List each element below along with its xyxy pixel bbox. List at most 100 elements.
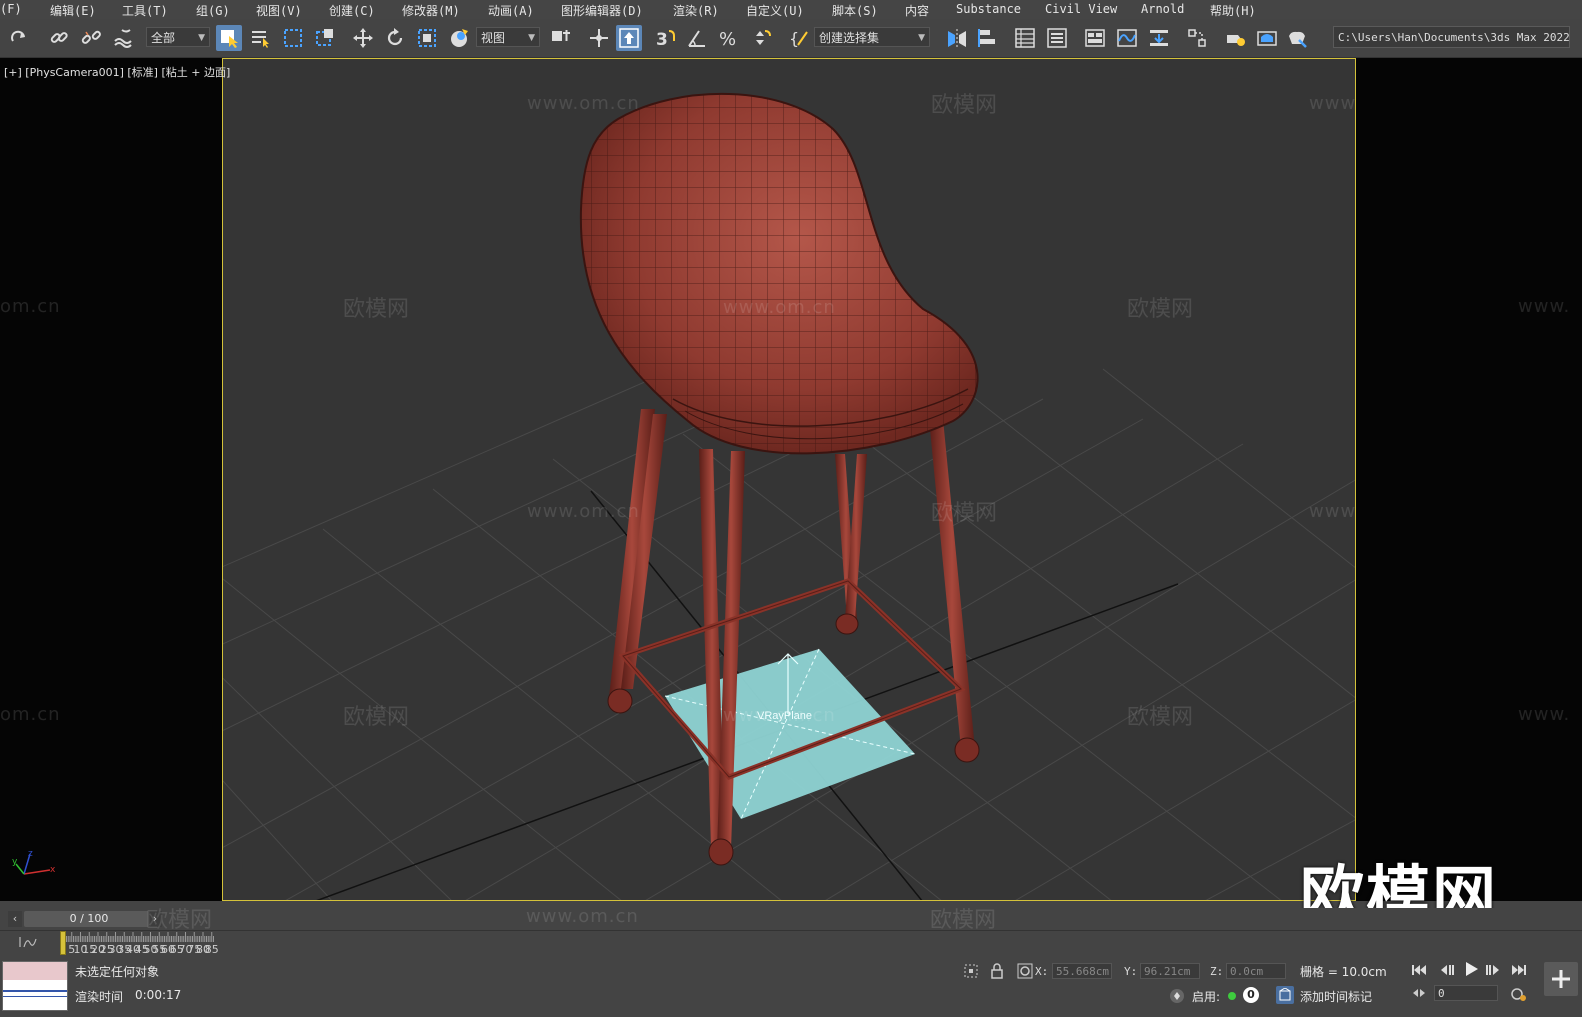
angle-snap-icon[interactable] xyxy=(684,25,710,51)
status-indicator-icon xyxy=(1228,992,1236,1000)
svg-text:z: z xyxy=(28,850,33,859)
go-to-end-icon[interactable] xyxy=(1510,961,1528,979)
viewport-label-menu[interactable]: [+] [PhysCamera001] [标准] [粘土 + 边面] xyxy=(4,64,230,80)
menu-item[interactable]: 修改器(M) xyxy=(402,2,460,19)
menu-item[interactable]: 渲染(R) xyxy=(673,2,719,19)
enable-counter[interactable]: 0 xyxy=(1243,987,1259,1003)
selection-status: 未选定任何对象 xyxy=(75,965,160,979)
prev-frame-slider-button[interactable]: ‹ xyxy=(8,911,22,927)
menu-item[interactable]: 视图(V) xyxy=(256,2,302,19)
link-icon[interactable] xyxy=(46,25,72,51)
align-icon[interactable] xyxy=(974,25,1000,51)
track-bar-ticks xyxy=(62,932,214,942)
svg-text:y: y xyxy=(12,857,18,867)
select-object-icon[interactable] xyxy=(216,25,242,51)
move-icon[interactable] xyxy=(350,25,376,51)
scene-explorer-icon[interactable] xyxy=(1012,25,1038,51)
layer-explorer-icon[interactable] xyxy=(1044,25,1070,51)
spinner-snap-icon[interactable] xyxy=(748,25,774,51)
redo-icon[interactable] xyxy=(6,25,32,51)
menu-item[interactable]: 组(G) xyxy=(196,2,230,19)
chevron-down-icon: ▼ xyxy=(918,33,925,43)
selection-filter-dropdown[interactable]: 全部 ▼ xyxy=(146,27,210,47)
chevron-down-icon: ▼ xyxy=(198,33,205,43)
menu-item[interactable]: 创建(C) xyxy=(329,2,375,19)
status-bar: 未选定任何对象 渲染时间 0:00:17 X: 55.668cm Y: 96.2… xyxy=(0,957,1582,1017)
snaps-toggle-icon[interactable]: 3 xyxy=(652,25,678,51)
menu-item[interactable]: Substance xyxy=(956,2,1021,16)
render-time-value: 0:00:17 xyxy=(135,988,182,1002)
keyboard-shortcut-override-icon[interactable] xyxy=(616,25,642,51)
scale-icon[interactable] xyxy=(414,25,440,51)
isolate-selection-icon[interactable] xyxy=(962,962,980,980)
menu-item[interactable]: 动画(A) xyxy=(488,2,534,19)
reference-coord-dropdown[interactable]: 视图 ▼ xyxy=(476,27,540,47)
pivot-center-icon[interactable] xyxy=(548,25,574,51)
enable-label: 启用: xyxy=(1192,990,1221,1004)
vray-plane xyxy=(665,649,915,819)
key-mode-toggle-icon[interactable] xyxy=(1410,984,1428,1002)
edit-named-selection-icon[interactable]: { xyxy=(786,25,812,51)
bind-spacewarp-icon[interactable] xyxy=(110,25,136,51)
project-path-field[interactable]: C:\Users\Han\Documents\3ds Max 2022 xyxy=(1333,26,1570,48)
schematic-view-icon[interactable] xyxy=(1146,25,1172,51)
perspective-viewport[interactable]: 欧模网 www.om.cn 欧模网 www.om.cn 欧模网 www.om.c… xyxy=(222,58,1356,901)
viewport-scene[interactable] xyxy=(223,59,1356,901)
current-frame-marker[interactable] xyxy=(60,931,66,955)
adaptive-degradation-icon[interactable] xyxy=(1168,987,1186,1005)
x-coordinate-field[interactable]: 55.668cm xyxy=(1052,963,1112,979)
next-frame-icon[interactable] xyxy=(1484,961,1502,979)
z-label: Z: xyxy=(1210,965,1224,978)
menu-item[interactable]: 帮助(H) xyxy=(1210,2,1256,19)
y-coordinate-field[interactable]: 96.21cm xyxy=(1140,963,1200,979)
render-setup-icon[interactable] xyxy=(1222,25,1248,51)
rect-selection-icon[interactable] xyxy=(280,25,306,51)
menu-item[interactable]: 工具(T) xyxy=(122,2,168,19)
next-frame-slider-button[interactable]: › xyxy=(148,911,162,927)
svg-text:%: % xyxy=(719,29,736,49)
curve-editor-icon[interactable] xyxy=(1114,25,1140,51)
go-to-start-icon[interactable] xyxy=(1410,961,1428,979)
select-by-name-icon[interactable] xyxy=(248,25,274,51)
viewport-safe-frame-right xyxy=(1356,58,1582,901)
menu-item[interactable]: (F) xyxy=(0,2,22,16)
named-selection-set-dropdown[interactable]: 创建选择集 ▼ xyxy=(814,27,930,47)
time-slider[interactable]: 0 / 100 xyxy=(24,911,154,927)
place-icon[interactable] xyxy=(446,25,472,51)
z-coordinate-field[interactable]: 0.0cm xyxy=(1226,963,1286,979)
menu-item[interactable]: 脚本(S) xyxy=(832,2,878,19)
maxscript-listener-mini[interactable] xyxy=(2,961,68,1011)
add-button[interactable] xyxy=(1544,962,1578,996)
rotate-icon[interactable] xyxy=(382,25,408,51)
track-bar-tick-label: 85 xyxy=(204,943,219,956)
time-slider-row: ‹ 0 / 100 › 欧模网 www.om.cn 欧模网 xyxy=(0,906,1582,933)
y-label: Y: xyxy=(1124,965,1138,978)
absolute-mode-icon[interactable] xyxy=(1016,962,1034,980)
window-crossing-icon[interactable] xyxy=(312,25,338,51)
plus-icon xyxy=(1552,970,1570,988)
unlink-icon[interactable] xyxy=(78,25,104,51)
play-icon[interactable] xyxy=(1462,960,1480,978)
render-production-icon[interactable] xyxy=(1284,25,1310,51)
menu-item[interactable]: 图形编辑器(D) xyxy=(561,2,643,19)
menu-item[interactable]: Arnold xyxy=(1141,2,1184,16)
track-bar[interactable]: 5 10 15 20 25 30 35 40 45 50 55 60 65 70 75 80 85 xyxy=(0,930,1582,957)
menu-item[interactable]: 内容 xyxy=(905,2,929,19)
select-manipulate-icon[interactable] xyxy=(586,25,612,51)
watermark-url: www.om.cn xyxy=(526,906,639,927)
time-tag-icon[interactable] xyxy=(1276,986,1294,1004)
previous-frame-icon[interactable] xyxy=(1438,961,1456,979)
menu-item[interactable]: 自定义(U) xyxy=(746,2,804,19)
rendered-frame-window-icon[interactable] xyxy=(1254,25,1280,51)
ribbon-toggle-icon[interactable] xyxy=(1082,25,1108,51)
menu-bar: (F) 编辑(E) 工具(T) 组(G) 视图(V) 创建(C) 修改器(M) 动画(A) 图形… xyxy=(0,0,1582,19)
material-editor-icon[interactable] xyxy=(1184,25,1210,51)
time-configuration-icon[interactable] xyxy=(1510,985,1528,1003)
add-time-tag[interactable]: 添加时间标记 xyxy=(1300,988,1372,1005)
current-frame-field[interactable]: 0 xyxy=(1434,985,1498,1001)
selection-lock-icon[interactable] xyxy=(988,962,1006,980)
menu-item[interactable]: 编辑(E) xyxy=(50,2,96,19)
mirror-icon[interactable] xyxy=(944,25,970,51)
percent-snap-icon[interactable]: % xyxy=(716,25,742,51)
menu-item[interactable]: Civil View xyxy=(1045,2,1117,16)
